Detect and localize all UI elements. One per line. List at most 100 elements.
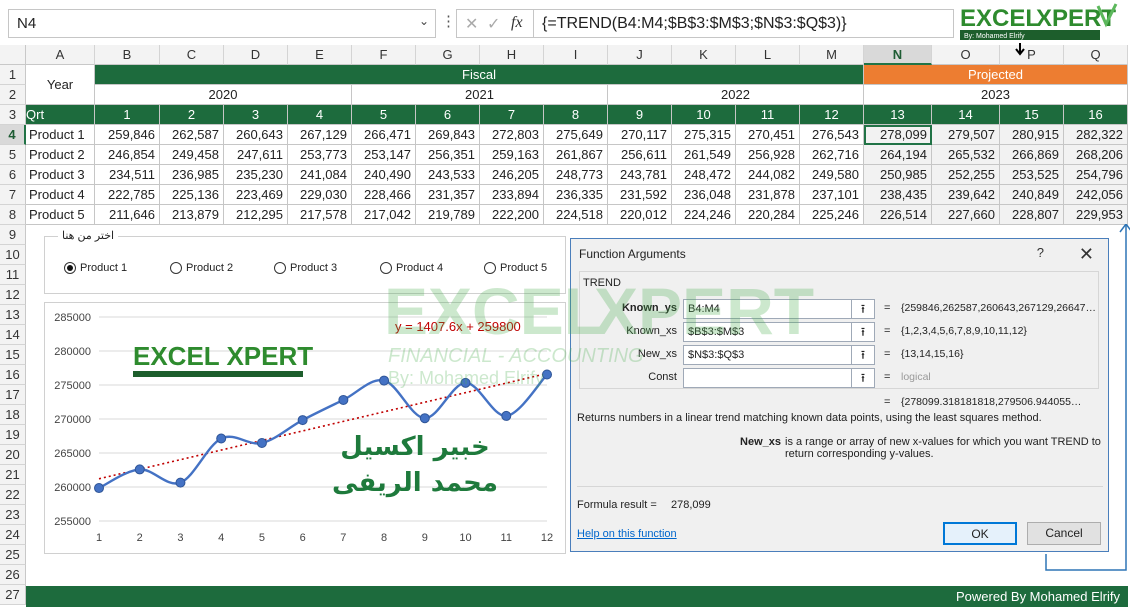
value-cell[interactable]: 265,532 — [932, 145, 1000, 165]
row-header-20[interactable]: 20 — [0, 445, 26, 465]
radio-product-1[interactable]: Product 1 — [64, 262, 127, 274]
year-2022[interactable]: 2022 — [608, 85, 864, 105]
collapse-dialog-icon[interactable]: ⭱ — [851, 345, 875, 365]
row-header-21[interactable]: 21 — [0, 465, 26, 485]
value-cell[interactable]: 228,466 — [352, 185, 416, 205]
year-2023[interactable]: 2023 — [864, 85, 1128, 105]
value-cell[interactable]: 217,042 — [352, 205, 416, 225]
chevron-down-icon[interactable]: ⌄ — [419, 14, 429, 28]
value-cell[interactable]: 236,985 — [160, 165, 224, 185]
value-cell[interactable]: 234,511 — [95, 165, 160, 185]
radio-circle-icon[interactable] — [170, 262, 182, 274]
column-header-M[interactable]: M — [800, 45, 864, 65]
qrt-header-3[interactable]: 3 — [224, 105, 288, 125]
qrt-header-2[interactable]: 2 — [160, 105, 224, 125]
year-2020[interactable]: 2020 — [95, 85, 352, 105]
value-cell[interactable]: 225,136 — [160, 185, 224, 205]
value-cell[interactable]: 266,471 — [352, 125, 416, 145]
radio-product-2[interactable]: Product 2 — [170, 262, 233, 274]
qrt-header-16[interactable]: 16 — [1064, 105, 1128, 125]
row-header-25[interactable]: 25 — [0, 545, 26, 565]
radio-product-5[interactable]: Product 5 — [484, 262, 547, 274]
value-cell[interactable]: 222,200 — [480, 205, 544, 225]
value-cell[interactable]: 225,246 — [800, 205, 864, 225]
value-cell[interactable]: 282,322 — [1064, 125, 1128, 145]
close-icon[interactable]: ✕ — [1079, 244, 1094, 265]
qrt-header-9[interactable]: 9 — [608, 105, 672, 125]
value-cell[interactable]: 246,205 — [480, 165, 544, 185]
more-icon[interactable]: ⋮ — [441, 12, 456, 30]
value-cell[interactable]: 231,357 — [416, 185, 480, 205]
column-header-K[interactable]: K — [672, 45, 736, 65]
radio-circle-icon[interactable] — [274, 262, 286, 274]
row-header-5[interactable]: 5 — [0, 145, 26, 165]
row-header-4[interactable]: 4 — [0, 125, 26, 145]
value-cell[interactable]: 266,869 — [1000, 145, 1064, 165]
value-cell[interactable]: 236,335 — [544, 185, 608, 205]
value-cell[interactable]: 220,284 — [736, 205, 800, 225]
help-icon[interactable]: ? — [1037, 245, 1044, 260]
value-cell[interactable]: 231,878 — [736, 185, 800, 205]
radio-circle-icon[interactable] — [64, 262, 76, 274]
value-cell[interactable]: 256,928 — [736, 145, 800, 165]
product-name-1[interactable]: Product 1 — [26, 125, 95, 145]
value-cell[interactable]: 238,435 — [864, 185, 932, 205]
qrt-header-12[interactable]: 12 — [800, 105, 864, 125]
value-cell[interactable]: 217,578 — [288, 205, 352, 225]
arg-input-known_xs[interactable]: $B$3:$M$3 — [683, 322, 861, 342]
value-cell[interactable]: 227,660 — [932, 205, 1000, 225]
value-cell[interactable]: 270,117 — [608, 125, 672, 145]
name-box[interactable]: N4 ⌄ — [8, 9, 436, 38]
qrt-header-13[interactable]: 13 — [864, 105, 932, 125]
value-cell[interactable]: 243,533 — [416, 165, 480, 185]
value-cell[interactable]: 267,129 — [288, 125, 352, 145]
value-cell[interactable]: 250,985 — [864, 165, 932, 185]
arg-input-new_xs[interactable]: $N$3:$Q$3 — [683, 345, 861, 365]
row-header-15[interactable]: 15 — [0, 345, 26, 365]
formula-input[interactable]: {=TREND(B4:M4;$B$3:$M$3;$N$3:$Q$3)} — [534, 9, 954, 38]
radio-circle-icon[interactable] — [484, 262, 496, 274]
fiscal-header[interactable]: Fiscal — [95, 65, 864, 85]
column-header-D[interactable]: D — [224, 45, 288, 65]
qrt-label[interactable]: Qrt — [26, 105, 95, 125]
help-link[interactable]: Help on this function — [577, 528, 677, 540]
value-cell[interactable]: 248,773 — [544, 165, 608, 185]
value-cell[interactable]: 278,099 — [864, 125, 932, 145]
value-cell[interactable]: 212,295 — [224, 205, 288, 225]
value-cell[interactable]: 275,649 — [544, 125, 608, 145]
value-cell[interactable]: 249,458 — [160, 145, 224, 165]
row-header-27[interactable]: 27 — [0, 585, 26, 605]
value-cell[interactable]: 256,611 — [608, 145, 672, 165]
row-header-24[interactable]: 24 — [0, 525, 26, 545]
value-cell[interactable]: 253,525 — [1000, 165, 1064, 185]
value-cell[interactable]: 244,082 — [736, 165, 800, 185]
value-cell[interactable]: 279,507 — [932, 125, 1000, 145]
column-header-Q[interactable]: Q — [1064, 45, 1128, 65]
ok-button[interactable]: OK — [943, 522, 1017, 545]
value-cell[interactable]: 253,773 — [288, 145, 352, 165]
value-cell[interactable]: 236,048 — [672, 185, 736, 205]
column-header-E[interactable]: E — [288, 45, 352, 65]
value-cell[interactable]: 237,101 — [800, 185, 864, 205]
value-cell[interactable]: 224,518 — [544, 205, 608, 225]
value-cell[interactable]: 270,451 — [736, 125, 800, 145]
enter-icon[interactable]: ✓ — [487, 14, 500, 34]
value-cell[interactable]: 275,315 — [672, 125, 736, 145]
value-cell[interactable]: 229,953 — [1064, 205, 1128, 225]
row-header-3[interactable]: 3 — [0, 105, 26, 125]
qrt-header-6[interactable]: 6 — [416, 105, 480, 125]
row-header-1[interactable]: 1 — [0, 65, 26, 85]
value-cell[interactable]: 247,611 — [224, 145, 288, 165]
column-header-A[interactable]: A — [26, 45, 95, 65]
column-header-C[interactable]: C — [160, 45, 224, 65]
qrt-header-14[interactable]: 14 — [932, 105, 1000, 125]
value-cell[interactable]: 276,543 — [800, 125, 864, 145]
product-name-4[interactable]: Product 4 — [26, 185, 95, 205]
row-header-22[interactable]: 22 — [0, 485, 26, 505]
value-cell[interactable]: 223,469 — [224, 185, 288, 205]
row-header-16[interactable]: 16 — [0, 365, 26, 385]
row-header-8[interactable]: 8 — [0, 205, 26, 225]
value-cell[interactable]: 261,867 — [544, 145, 608, 165]
qrt-header-7[interactable]: 7 — [480, 105, 544, 125]
value-cell[interactable]: 219,789 — [416, 205, 480, 225]
